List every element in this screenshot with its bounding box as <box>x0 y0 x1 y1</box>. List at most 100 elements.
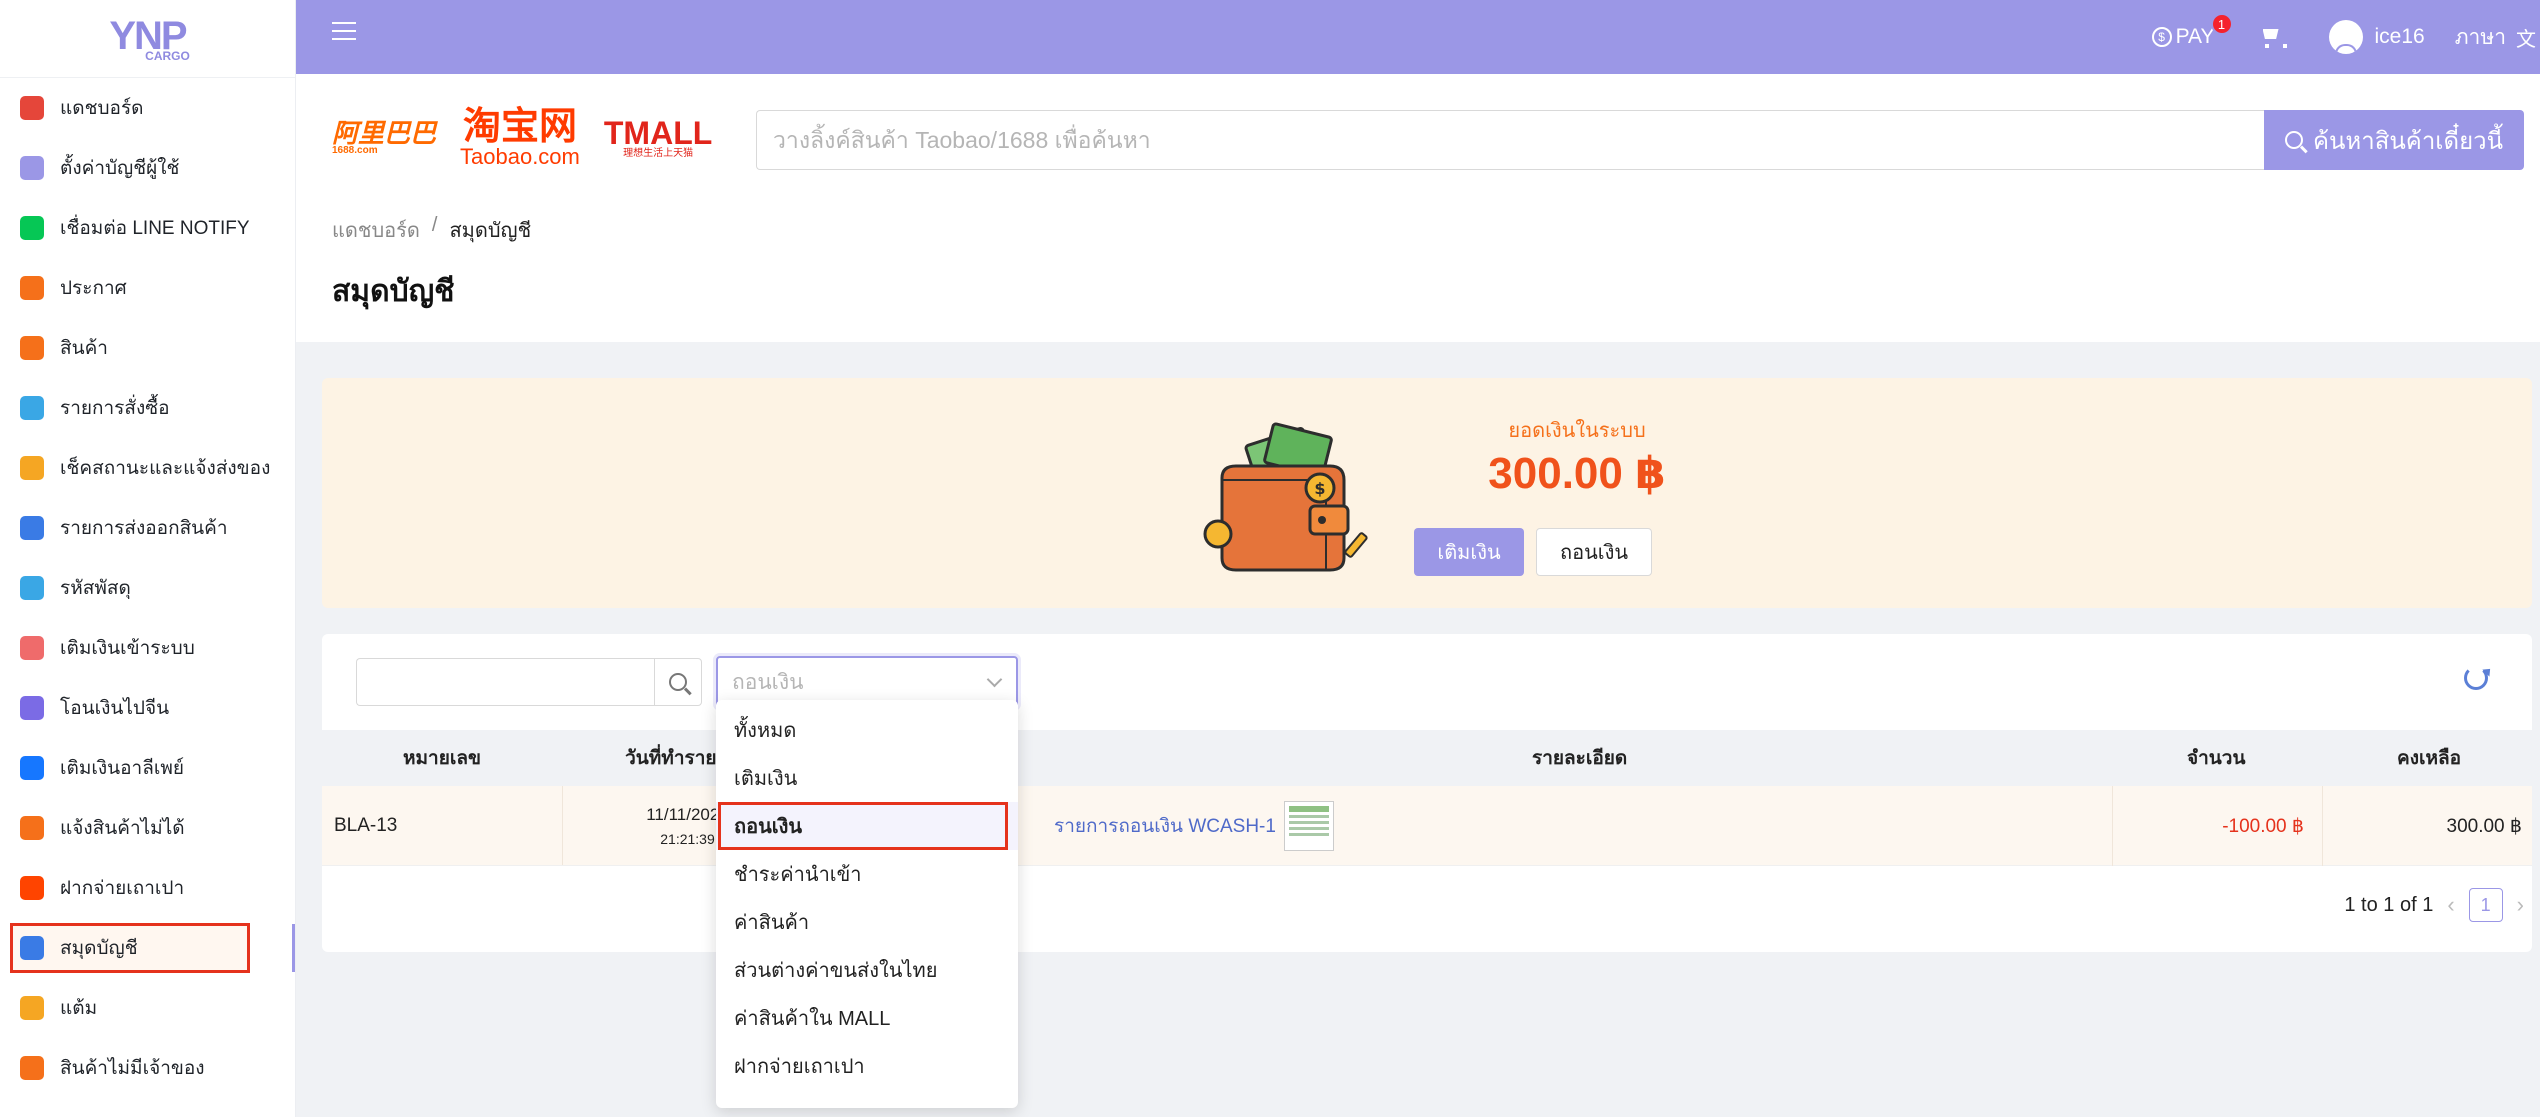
ledger-search <box>356 658 702 706</box>
sidebar-menu: แดชบอร์ดตั้งค่าบัญชีผู้ใช้เชื่อมต่อ LINE… <box>0 78 295 1098</box>
row-detail-link[interactable]: รายการถอนเงิน WCASH-1 <box>1054 786 1334 866</box>
header-remaining: คงเหลือ <box>2397 748 2462 769</box>
row-remaining: 300.00 ฿ <box>2322 786 2530 866</box>
alipay-icon <box>20 756 44 780</box>
sidebar-item-label: ฝากจ่ายเถาเปา <box>60 878 185 899</box>
wallet-icon: $ <box>1203 422 1368 572</box>
brand-taobao-logo[interactable]: 淘宝网 Taobao.com <box>460 108 580 168</box>
dropdown-option-5[interactable]: ส่วนต่างค่าขนส่งในไทย <box>716 946 1018 994</box>
sidebar-item-11[interactable]: เติมเงินอาลีเพย์ <box>0 738 295 798</box>
sidebar-item-label: แดชบอร์ด <box>60 98 144 119</box>
language-selector[interactable]: ภาษา <box>2455 21 2506 54</box>
brand-tmall-logo[interactable]: TMALL 理想生活上天猫 <box>604 117 712 159</box>
medal-icon <box>20 996 44 1020</box>
pay-button[interactable]: $ PAY 1 <box>2151 13 2233 49</box>
taobao-icon <box>20 876 44 900</box>
sidebar-item-15[interactable]: แต้ม <box>0 978 295 1038</box>
pay-badge: 1 <box>2210 13 2233 35</box>
header-amount: จำนวน <box>2187 748 2246 769</box>
dropdown-option-2[interactable]: ถอนเงิน <box>716 802 1018 850</box>
piggy-bank-icon <box>20 636 44 660</box>
no-box-icon <box>20 816 44 840</box>
header-detail: รายละเอียด <box>1532 748 1628 769</box>
breadcrumb-current: สมุดบัญชี <box>449 220 532 242</box>
sidebar-item-3[interactable]: ประกาศ <box>0 258 295 318</box>
sidebar-item-7[interactable]: รายการส่งออกสินค้า <box>0 498 295 558</box>
header-number: หมายเลข <box>403 748 481 769</box>
sidebar-item-label: เช็คสถานะและแจ้งส่งของ <box>60 458 271 479</box>
page-number[interactable]: 1 <box>2468 888 2503 922</box>
bag-icon <box>20 336 44 360</box>
sidebar-item-label: เชื่อมต่อ LINE NOTIFY <box>60 218 250 239</box>
receipt-thumbnail[interactable] <box>1283 801 1334 851</box>
chevron-down-icon <box>986 671 1003 688</box>
sidebar-item-9[interactable]: เติมเงินเข้าระบบ <box>0 618 295 678</box>
dropdown-option-3[interactable]: ชำระค่านำเข้า <box>716 850 1018 898</box>
product-search: ค้นหาสินค้าเดี๋ยวนี้ <box>756 110 2524 170</box>
pay-label: PAY <box>2175 25 2215 48</box>
header-area: 阿里巴巴 1688.com 淘宝网 Taobao.com TMALL 理想生活上… <box>296 74 2540 342</box>
dropdown-option-1[interactable]: เติมเงิน <box>716 754 1018 802</box>
wallet-icon <box>20 936 44 960</box>
refresh-icon[interactable] <box>2464 666 2488 690</box>
sidebar-item-4[interactable]: สินค้า <box>0 318 295 378</box>
dropdown-option-6[interactable]: ค่าสินค้าใน MALL <box>716 994 1018 1042</box>
sidebar-item-16[interactable]: สินค้าไม่มีเจ้าของ <box>0 1038 295 1098</box>
product-search-button[interactable]: ค้นหาสินค้าเดี๋ยวนี้ <box>2264 110 2524 170</box>
menu-toggle-icon[interactable] <box>332 22 356 44</box>
row-amount: -100.00 ฿ <box>2112 786 2312 866</box>
avatar[interactable] <box>2328 20 2363 54</box>
search-icon <box>2284 131 2303 149</box>
dropdown-option-4[interactable]: ค่าสินค้า <box>716 898 1018 946</box>
hand-truck-icon <box>20 516 44 540</box>
table-row: BLA-13 11/11/2024 21:21:39 รายการถอนเงิน… <box>322 786 2532 866</box>
sidebar-item-12[interactable]: แจ้งสินค้าไม่ได้ <box>0 798 295 858</box>
svg-text:$: $ <box>1314 479 1325 498</box>
sidebar-item-5[interactable]: รายการสั่งซื้อ <box>0 378 295 438</box>
pagination: 1 to 1 of 1 ‹ 1 › <box>2344 888 2524 922</box>
basket-icon <box>20 396 44 420</box>
line-icon <box>20 216 44 240</box>
unknown-box-icon <box>20 1056 44 1080</box>
user-settings-icon <box>20 156 44 180</box>
logo[interactable]: YNP CARGO <box>0 0 295 78</box>
sidebar-item-6[interactable]: เช็คสถานะและแจ้งส่งของ <box>0 438 295 498</box>
sidebar-item-8[interactable]: รหัสพัสดุ <box>0 558 295 618</box>
translate-icon[interactable]: 文 <box>2516 23 2540 52</box>
ledger-table-card: ถอนเงิน หมายเลข วันที่ทำรายการ รายละเอีย… <box>322 634 2532 952</box>
row-time: 21:21:39 <box>660 830 715 847</box>
sidebar-item-label: สินค้าไม่มีเจ้าของ <box>60 1058 205 1079</box>
ledger-search-button[interactable] <box>654 658 702 706</box>
sidebar-item-label: แจ้งสินค้าไม่ได้ <box>60 818 185 839</box>
sidebar-item-0[interactable]: แดชบอร์ด <box>0 78 295 138</box>
username[interactable]: ice16 <box>2375 25 2425 49</box>
breadcrumb-home[interactable]: แดชบอร์ด <box>332 214 420 246</box>
chart-icon <box>20 96 44 120</box>
next-page-icon[interactable]: › <box>2517 892 2524 918</box>
transaction-type-value: ถอนเงิน <box>732 670 804 694</box>
dropdown-option-0[interactable]: ทั้งหมด <box>716 706 1018 754</box>
sidebar-item-10[interactable]: โอนเงินไปจีน <box>0 678 295 738</box>
sidebar-item-14[interactable]: สมุดบัญชี <box>0 918 295 978</box>
sidebar-item-13[interactable]: ฝากจ่ายเถาเปา <box>0 858 295 918</box>
product-search-input[interactable] <box>756 110 2264 170</box>
logo-subtext: CARGO <box>145 48 190 63</box>
dropdown-option-7[interactable]: ฝากจ่ายเถาเปา <box>716 1042 1018 1090</box>
sidebar-item-label: รายการสั่งซื้อ <box>60 398 170 419</box>
sidebar-item-2[interactable]: เชื่อมต่อ LINE NOTIFY <box>0 198 295 258</box>
cart-icon[interactable] <box>2259 26 2287 48</box>
prev-page-icon[interactable]: ‹ <box>2447 892 2454 918</box>
sidebar-item-label: เติมเงินอาลีเพย์ <box>60 758 184 779</box>
balance-amount: 300.00 ฿ <box>1488 449 1666 498</box>
topup-button[interactable]: เติมเงิน <box>1414 528 1524 576</box>
ledger-search-input[interactable] <box>356 658 654 706</box>
sidebar-item-1[interactable]: ตั้งค่าบัญชีผู้ใช้ <box>0 138 295 198</box>
megaphone-icon <box>20 276 44 300</box>
page-title: สมุดบัญชี <box>332 275 455 308</box>
brand-1688-logo[interactable]: 阿里巴巴 1688.com <box>332 120 436 156</box>
pagination-summary: 1 to 1 of 1 <box>2344 893 2434 916</box>
topbar: $ PAY 1 ice16 ภาษา 文 <box>296 0 2540 74</box>
sidebar-item-label: โอนเงินไปจีน <box>60 698 170 719</box>
withdraw-button[interactable]: ถอนเงิน <box>1536 528 1652 576</box>
box-icon <box>20 576 44 600</box>
